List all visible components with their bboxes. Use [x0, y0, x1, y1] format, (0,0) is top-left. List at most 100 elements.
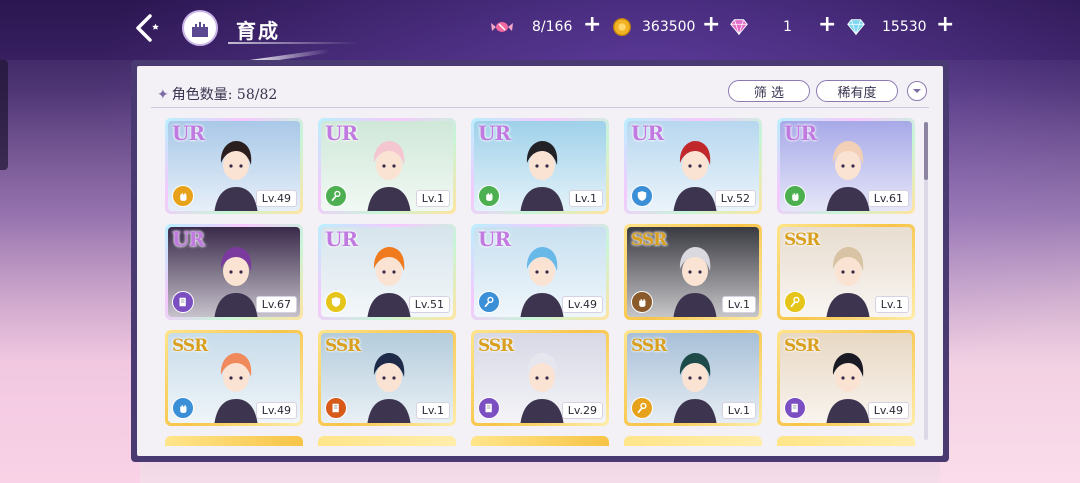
- character-portrait: SSR Lv.49: [780, 333, 912, 423]
- character-count-label: 角色数量:: [171, 87, 233, 103]
- character-figure: [367, 141, 411, 211]
- character-card-partial[interactable]: [165, 436, 303, 446]
- character-portrait: SSR Lv.49: [168, 333, 300, 423]
- chevron-down-icon: [913, 89, 921, 93]
- character-portrait: UR Lv.67: [168, 227, 300, 317]
- character-portrait: SSR Lv.1: [780, 227, 912, 317]
- character-portrait: UR Lv.51: [321, 227, 453, 317]
- character-card-partial[interactable]: [318, 436, 456, 446]
- character-portrait: UR Lv.1: [321, 121, 453, 211]
- rarity-badge: SSR: [631, 336, 667, 356]
- character-portrait: UR Lv.49: [168, 121, 300, 211]
- character-portrait: UR Lv.1: [474, 121, 606, 211]
- fist-icon: [478, 185, 500, 207]
- level-badge: Lv.1: [721, 296, 756, 313]
- home-button[interactable]: [182, 10, 218, 46]
- character-portrait: SSR Lv.1: [627, 227, 759, 317]
- book-icon: [172, 291, 194, 313]
- add-candy-button[interactable]: +: [583, 12, 601, 38]
- character-card[interactable]: UR Lv.67: [165, 224, 303, 320]
- background-castle-left: [0, 60, 140, 483]
- gold-count: 363500: [642, 19, 696, 35]
- character-card[interactable]: UR Lv.1: [471, 118, 609, 214]
- resource-candy: 8/166: [490, 14, 572, 40]
- rarity-sort-button[interactable]: 稀有度: [816, 80, 898, 102]
- character-portrait: UR Lv.52: [627, 121, 759, 211]
- character-figure: [826, 247, 870, 317]
- gold-coin-icon: [610, 15, 634, 39]
- resource-diamond: 15530: [844, 14, 927, 40]
- background-castle-right: [940, 60, 1080, 483]
- candy-count: 8/166: [532, 19, 573, 35]
- book-icon: [478, 397, 500, 419]
- rarity-badge: UR: [325, 121, 358, 145]
- character-card[interactable]: UR Lv.51: [318, 224, 456, 320]
- character-card[interactable]: SSR Lv.49: [777, 330, 915, 426]
- level-badge: Lv.61: [867, 190, 909, 207]
- level-badge: Lv.49: [867, 402, 909, 419]
- level-badge: Lv.67: [255, 296, 297, 313]
- blue-diamond-icon: [844, 15, 868, 39]
- add-pink-gem-button[interactable]: +: [818, 12, 836, 38]
- character-card[interactable]: UR Lv.49: [165, 118, 303, 214]
- character-count: ✦ 角色数量: 58/82: [157, 84, 277, 104]
- rarity-badge: SSR: [784, 230, 820, 250]
- fist-icon: [172, 185, 194, 207]
- character-card[interactable]: SSR Lv.1: [624, 330, 762, 426]
- header-divider: [151, 107, 929, 108]
- level-badge: Lv.1: [721, 402, 756, 419]
- top-bar: 育成 8/166 + 363500 + 1 + 15530 +: [0, 0, 1080, 56]
- character-portrait: UR Lv.61: [780, 121, 912, 211]
- fist-icon: [631, 291, 653, 313]
- character-card[interactable]: SSR Lv.49: [165, 330, 303, 426]
- character-grid[interactable]: UR Lv.49 UR Lv.1 UR Lv.1 UR Lv.52 UR Lv.61 UR Lv.67…: [165, 118, 917, 448]
- scrollbar-thumb[interactable]: [924, 122, 928, 180]
- character-card[interactable]: UR Lv.1: [318, 118, 456, 214]
- level-badge: Lv.49: [561, 296, 603, 313]
- filter-button[interactable]: 筛 选: [728, 80, 810, 102]
- resource-pink-gem: 1: [727, 14, 792, 40]
- resource-gold: 363500: [610, 14, 695, 40]
- back-arrow-icon: [136, 14, 159, 42]
- character-portrait: SSR Lv.29: [474, 333, 606, 423]
- level-badge: Lv.49: [255, 190, 297, 207]
- side-drawer-handle[interactable]: [0, 60, 8, 170]
- character-panel-inner: ✦ 角色数量: 58/82 筛 选 稀有度 UR Lv.49 UR Lv.1 UR Lv.1…: [137, 66, 943, 456]
- wrench-icon: [325, 185, 347, 207]
- scrollbar[interactable]: [924, 122, 928, 440]
- character-card[interactable]: UR Lv.52: [624, 118, 762, 214]
- rarity-badge: UR: [172, 227, 205, 251]
- character-card[interactable]: UR Lv.49: [471, 224, 609, 320]
- rarity-badge: SSR: [172, 336, 208, 356]
- title-underline: [228, 42, 358, 44]
- rarity-badge: SSR: [784, 336, 820, 356]
- level-badge: Lv.1: [568, 190, 603, 207]
- character-card-partial[interactable]: [777, 436, 915, 446]
- rarity-badge: UR: [784, 121, 817, 145]
- character-card-partial[interactable]: [624, 436, 762, 446]
- back-button[interactable]: [126, 10, 164, 46]
- character-card[interactable]: SSR Lv.1: [624, 224, 762, 320]
- add-gold-button[interactable]: +: [702, 12, 720, 38]
- candy-icon: [490, 15, 514, 39]
- rarity-badge: SSR: [325, 336, 361, 356]
- book-icon: [784, 397, 806, 419]
- add-diamond-button[interactable]: +: [936, 12, 954, 38]
- character-card[interactable]: SSR Lv.29: [471, 330, 609, 426]
- page-title: 育成: [236, 19, 280, 43]
- sort-order-button[interactable]: [907, 81, 927, 101]
- level-badge: Lv.52: [714, 190, 756, 207]
- level-badge: Lv.1: [415, 402, 450, 419]
- character-card-partial[interactable]: [471, 436, 609, 446]
- character-card[interactable]: UR Lv.61: [777, 118, 915, 214]
- rarity-badge: UR: [478, 227, 511, 251]
- rarity-badge: UR: [325, 227, 358, 251]
- castle-icon: [192, 22, 208, 37]
- fist-icon: [172, 397, 194, 419]
- character-panel: ✦ 角色数量: 58/82 筛 选 稀有度 UR Lv.49 UR Lv.1 UR Lv.1…: [131, 60, 949, 462]
- character-card[interactable]: SSR Lv.1: [777, 224, 915, 320]
- rarity-badge: UR: [172, 121, 205, 145]
- rarity-badge: SSR: [631, 230, 667, 250]
- character-card[interactable]: SSR Lv.1: [318, 330, 456, 426]
- character-figure: [520, 141, 564, 211]
